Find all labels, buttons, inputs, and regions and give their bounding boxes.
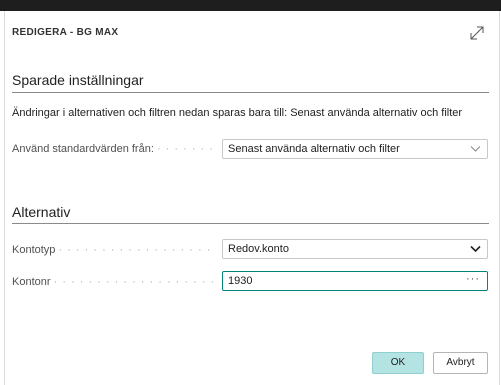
options-heading: Alternativ bbox=[12, 204, 71, 220]
account-no-value: 1930 bbox=[228, 275, 253, 287]
cancel-button[interactable]: Avbryt bbox=[433, 352, 488, 374]
use-defaults-select[interactable]: Senast använda alternativ och filter bbox=[222, 139, 488, 159]
account-type-label-text: Kontotyp bbox=[12, 244, 56, 256]
account-type-select[interactable]: Redov.konto bbox=[222, 239, 488, 259]
account-type-label: Kontotyp · · · · · · · · · · · · · · · ·… bbox=[12, 244, 214, 256]
chevron-down-icon bbox=[470, 146, 481, 152]
saved-settings-heading: Sparade inställningar bbox=[12, 72, 144, 88]
use-defaults-value: Senast använda alternativ och filter bbox=[228, 143, 400, 155]
ok-button[interactable]: OK bbox=[372, 352, 424, 374]
saved-settings-info: Ändringar i alternativen och filtren ned… bbox=[12, 107, 463, 119]
dialog-title: REDIGERA - BG MAX bbox=[12, 27, 119, 38]
chevron-down-icon bbox=[470, 245, 481, 253]
expand-icon[interactable] bbox=[468, 24, 486, 42]
dialog bbox=[4, 11, 500, 385]
section-divider bbox=[12, 223, 489, 224]
use-defaults-label-text: Använd standardvärden från: bbox=[12, 143, 154, 155]
account-no-label: Kontonr · · · · · · · · · · · · · · · · … bbox=[12, 276, 214, 288]
use-defaults-label: Använd standardvärden från: · · · · · · … bbox=[12, 143, 214, 155]
lookup-ellipsis-icon[interactable]: ··· bbox=[466, 273, 480, 285]
account-no-input[interactable]: 1930 ··· bbox=[222, 271, 488, 291]
section-divider bbox=[12, 92, 489, 93]
account-no-label-text: Kontonr bbox=[12, 276, 51, 288]
window-top-bar bbox=[0, 0, 501, 11]
account-type-value: Redov.konto bbox=[228, 243, 289, 255]
